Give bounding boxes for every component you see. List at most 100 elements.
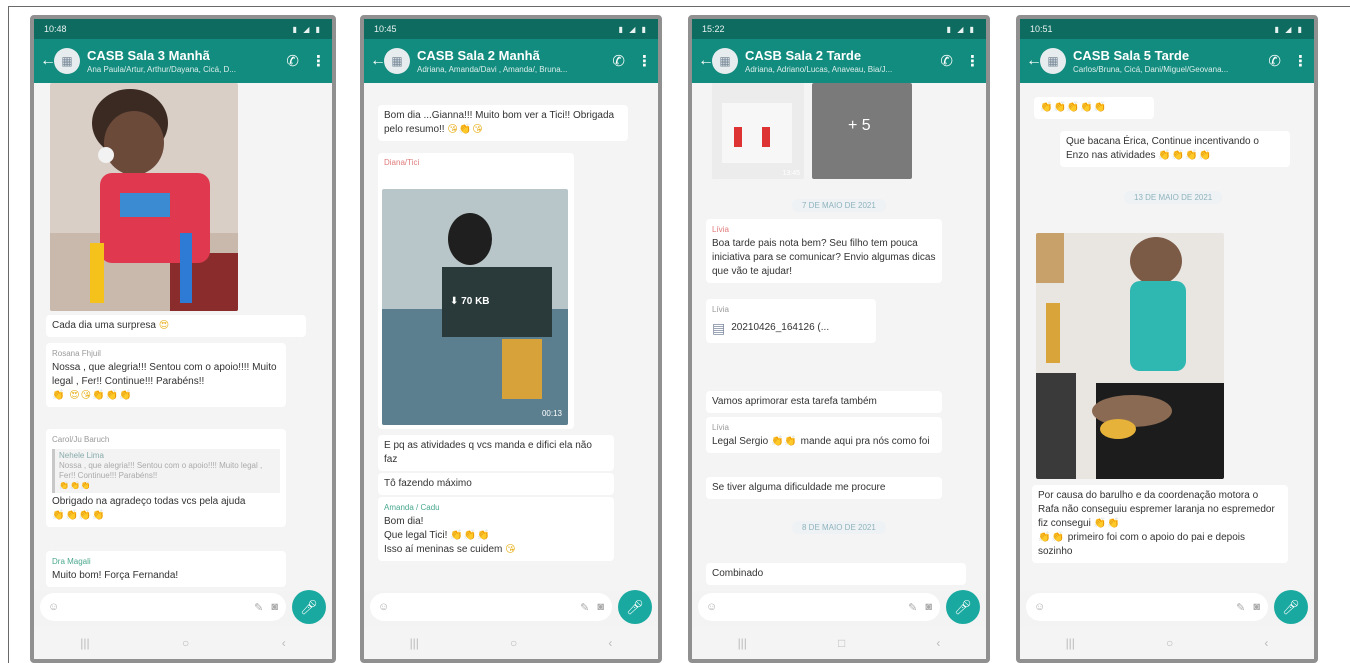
group-avatar-icon[interactable]: ▦ (1040, 48, 1066, 74)
status-bar: 10:51 ▮ ◢ ▮ (1020, 19, 1314, 39)
more-vert-icon[interactable]: ⋮ (637, 52, 652, 70)
group-avatar-icon[interactable]: ▦ (384, 48, 410, 74)
message-bubble[interactable]: Amanda / Cadu Bom dia! Que legal Tici! 👏… (378, 497, 614, 561)
chat-info[interactable]: CASB Sala 5 Tarde Carlos/Bruna, Cicá, Da… (1073, 48, 1260, 74)
date-separator: 13 DE MAIO DE 2021 (1124, 191, 1223, 204)
more-vert-icon[interactable]: ⋮ (1293, 52, 1308, 70)
add-call-icon[interactable]: ✆ (940, 52, 953, 70)
message-emoji: 👏👏👏👏 (52, 510, 106, 521)
message-text: Que legal Tici! (384, 530, 448, 541)
phone-screenshot-1: 10:48 ▮ ◢ ▮ ← ▦ CASB Sala 3 Manhã Ana Pa… (30, 15, 336, 663)
back-icon[interactable]: ‹ (282, 636, 286, 650)
mic-icon[interactable]: 🎤︎ (946, 590, 980, 624)
message-bubble[interactable]: Combinado (706, 563, 966, 585)
message-emoji: 👏👏 (1038, 532, 1065, 543)
back-arrow-icon[interactable]: ← (1026, 52, 1042, 70)
attach-icon[interactable]: ✎ (1236, 601, 1245, 614)
message-bubble[interactable]: 👏👏👏👏👏 (1034, 97, 1154, 119)
recents-icon[interactable]: ||| (1066, 636, 1075, 650)
add-call-icon[interactable]: ✆ (1268, 52, 1281, 70)
message-bubble[interactable]: Cada dia uma surpresa 😍 (46, 315, 306, 337)
document-message[interactable]: Lívia ▤ 20210426_164126 (... (706, 299, 876, 343)
child-photo[interactable] (1036, 233, 1224, 479)
home-icon[interactable]: ○ (1166, 636, 1173, 650)
message-input[interactable]: ☺ ✎ ◙ (1026, 593, 1268, 621)
chat-area[interactable]: Cada dia uma surpresa 😍 Rosana Fhjuil No… (34, 83, 332, 591)
image-time: 13:45 (782, 170, 800, 177)
chat-info[interactable]: CASB Sala 3 Manhã Ana Paula/Artur, Arthu… (87, 48, 278, 74)
emoji-icon[interactable]: ☺ (378, 601, 389, 613)
message-text: primeiro foi com o apoio do pai e depois… (1038, 532, 1246, 557)
back-icon[interactable]: ‹ (936, 636, 940, 650)
message-input[interactable]: ☺ ✎ ◙ (698, 593, 940, 621)
back-arrow-icon[interactable]: ← (698, 52, 714, 70)
quoted-sender: Nehele Lima (59, 451, 104, 460)
document-filename[interactable]: 20210426_164126 (... (731, 321, 829, 335)
camera-icon[interactable]: ◙ (271, 601, 278, 613)
message-bubble[interactable]: Vamos aprimorar esta tarefa também (706, 391, 942, 413)
back-arrow-icon[interactable]: ← (370, 52, 386, 70)
chat-area[interactable]: Bom dia ...Gianna!!! Muito bom ver a Tic… (364, 83, 658, 591)
message-bubble[interactable]: Bom dia ...Gianna!!! Muito bom ver a Tic… (378, 105, 628, 141)
image-more-thumbnail[interactable]: + 5 (812, 83, 912, 179)
message-bubble[interactable]: Rosana Fhjuil Nossa , que alegria!!! Sen… (46, 343, 286, 407)
home-icon[interactable]: ○ (510, 636, 517, 650)
chat-info[interactable]: CASB Sala 2 Tarde Adriana, Adriano/Lucas… (745, 48, 932, 74)
recents-icon[interactable]: ||| (738, 636, 747, 650)
message-bubble[interactable]: Que bacana Érica, Continue incentivando … (1060, 131, 1290, 167)
video-thumbnail[interactable]: ⬇ 70 KB 00:13 (382, 189, 568, 425)
message-bubble[interactable]: Lívia Boa tarde pais nota bem? Seu filho… (706, 219, 942, 283)
message-bubble[interactable]: Por causa do barulho e da coordenação mo… (1032, 485, 1288, 563)
home-icon[interactable]: □ (838, 636, 845, 650)
message-bubble[interactable]: Tô fazendo máximo (378, 473, 614, 495)
group-avatar-icon[interactable]: ▦ (712, 48, 738, 74)
date-separator: 7 DE MAIO DE 2021 (792, 199, 886, 212)
chat-header: ← ▦ CASB Sala 2 Manhã Adriana, Amanda/Da… (364, 39, 658, 83)
back-icon[interactable]: ‹ (608, 636, 612, 650)
message-input[interactable]: ☺ ✎ ◙ (40, 593, 286, 621)
message-bubble[interactable]: E pq as atividades q vcs manda e difici … (378, 435, 614, 471)
attach-icon[interactable]: ✎ (580, 601, 589, 614)
back-icon[interactable]: ‹ (1264, 636, 1268, 650)
message-sender: Rosana Fhjuil (52, 349, 101, 358)
back-arrow-icon[interactable]: ← (40, 52, 56, 70)
recents-icon[interactable]: ||| (410, 636, 419, 650)
chat-area[interactable]: 13:45 + 5 7 DE MAIO DE 2021 Lívia Boa ta… (692, 83, 986, 591)
camera-icon[interactable]: ◙ (925, 601, 932, 613)
phone-screenshot-4: 10:51 ▮ ◢ ▮ ← ▦ CASB Sala 5 Tarde Carlos… (1016, 15, 1318, 663)
message-input-bar: ☺ ✎ ◙ 🎤︎ (1020, 587, 1314, 627)
status-icons: ▮ ◢ ▮ (946, 24, 976, 34)
more-vert-icon[interactable]: ⋮ (311, 52, 326, 70)
add-call-icon[interactable]: ✆ (612, 52, 625, 70)
attach-icon[interactable]: ✎ (908, 601, 917, 614)
chat-title: CASB Sala 2 Manhã (417, 48, 540, 63)
add-call-icon[interactable]: ✆ (286, 52, 299, 70)
attach-icon[interactable]: ✎ (254, 601, 263, 614)
quoted-message[interactable]: Nehele Lima Nossa , que alegria!!! Sento… (52, 449, 280, 493)
mic-icon[interactable]: 🎤︎ (292, 590, 326, 624)
recents-icon[interactable]: ||| (80, 636, 89, 650)
emoji-icon[interactable]: ☺ (1034, 601, 1045, 613)
more-vert-icon[interactable]: ⋮ (965, 52, 980, 70)
message-text: Combinado (712, 568, 764, 579)
emoji-icon[interactable]: ☺ (48, 601, 59, 613)
chat-info[interactable]: CASB Sala 2 Manhã Adriana, Amanda/Davi ,… (417, 48, 604, 74)
message-bubble[interactable]: Lívia Legal Sergio 👏👏 mande aqui pra nós… (706, 417, 942, 453)
message-input[interactable]: ☺ ✎ ◙ (370, 593, 612, 621)
child-photo[interactable] (50, 83, 238, 311)
group-avatar-icon[interactable]: ▦ (54, 48, 80, 74)
emoji-icon[interactable]: ☺ (706, 601, 717, 613)
message-bubble[interactable]: Se tiver alguma dificuldade me procure (706, 477, 942, 499)
camera-icon[interactable]: ◙ (597, 601, 604, 613)
chat-participants: Ana Paula/Artur, Arthur/Dayana, Cicá, D.… (87, 65, 236, 74)
home-icon[interactable]: ○ (182, 636, 189, 650)
message-bubble[interactable]: Dra Magali Muito bom! Força Fernanda! (46, 551, 286, 587)
chat-area[interactable]: 👏👏👏👏👏 Que bacana Érica, Continue incenti… (1020, 83, 1314, 591)
video-download[interactable]: ⬇ 70 KB (450, 295, 490, 309)
video-message[interactable]: Diana/Tici ⬇ 70 KB 00:13 (378, 153, 574, 429)
camera-icon[interactable]: ◙ (1253, 601, 1260, 613)
mic-icon[interactable]: 🎤︎ (618, 590, 652, 624)
mic-icon[interactable]: 🎤︎ (1274, 590, 1308, 624)
message-bubble[interactable]: Carol/Ju Baruch Nehele Lima Nossa , que … (46, 429, 286, 527)
image-thumbnail[interactable]: 13:45 (712, 83, 804, 179)
